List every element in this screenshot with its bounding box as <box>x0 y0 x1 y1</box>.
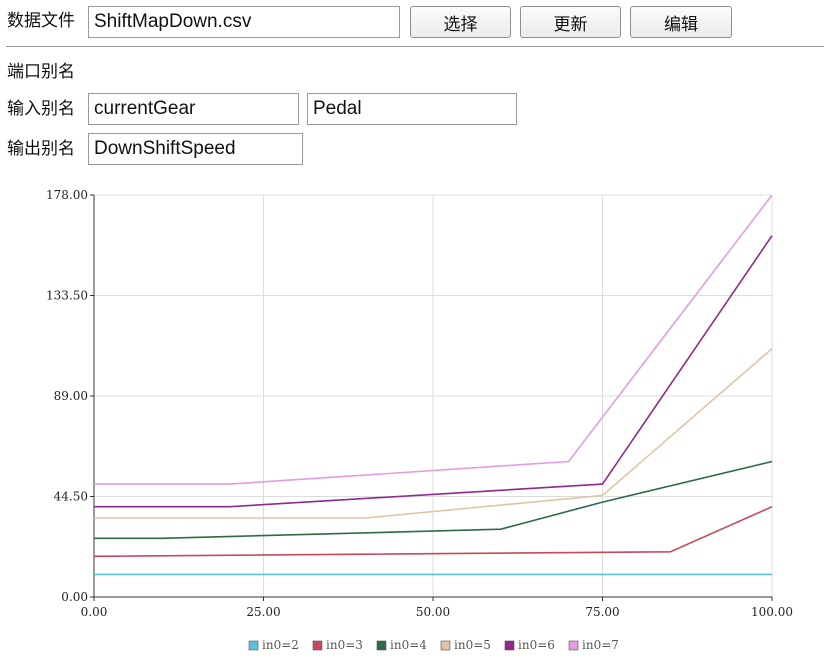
y-tick-label: 0.00 <box>61 590 88 604</box>
legend-swatch <box>248 640 259 651</box>
legend-label: in0=7 <box>582 638 619 652</box>
y-tick-label: 133.50 <box>46 289 88 303</box>
x-tick-label: 0.00 <box>81 605 108 619</box>
legend-label: in0=4 <box>390 638 427 652</box>
input-alias-label: 输入别名 <box>7 99 75 118</box>
legend-swatch <box>312 640 323 651</box>
x-tick-label: 100.00 <box>751 605 793 619</box>
legend-label: in0=2 <box>262 638 299 652</box>
data-file-input[interactable] <box>88 6 400 38</box>
y-tick-label: 44.50 <box>54 490 88 504</box>
select-button[interactable]: 选择 <box>410 6 511 38</box>
legend-swatch <box>504 640 515 651</box>
legend-label: in0=3 <box>326 638 363 652</box>
legend-swatch <box>568 640 579 651</box>
input-alias-field-1[interactable] <box>88 93 299 125</box>
header-divider <box>6 46 824 47</box>
output-alias-field[interactable] <box>88 133 303 165</box>
edit-button[interactable]: 编辑 <box>630 6 732 38</box>
update-button[interactable]: 更新 <box>520 6 621 38</box>
x-tick-label: 25.00 <box>246 605 280 619</box>
shift-map-chart: 0.00 44.50 89.00 133.50 178.00 0.00 25.00 50.00… <box>46 188 793 652</box>
legend-swatch <box>440 640 451 651</box>
data-file-label: 数据文件 <box>7 11 75 30</box>
legend-label: in0=6 <box>518 638 555 652</box>
y-tick-label: 89.00 <box>54 389 88 403</box>
legend-swatch <box>376 640 387 651</box>
x-tick-label: 75.00 <box>585 605 619 619</box>
input-alias-field-2[interactable] <box>307 93 517 125</box>
port-alias-heading: 端口别名 <box>7 62 75 81</box>
legend-label: in0=5 <box>454 638 491 652</box>
x-tick-label: 50.00 <box>416 605 450 619</box>
y-tick-label: 178.00 <box>46 188 88 202</box>
output-alias-label: 输出别名 <box>7 139 75 158</box>
